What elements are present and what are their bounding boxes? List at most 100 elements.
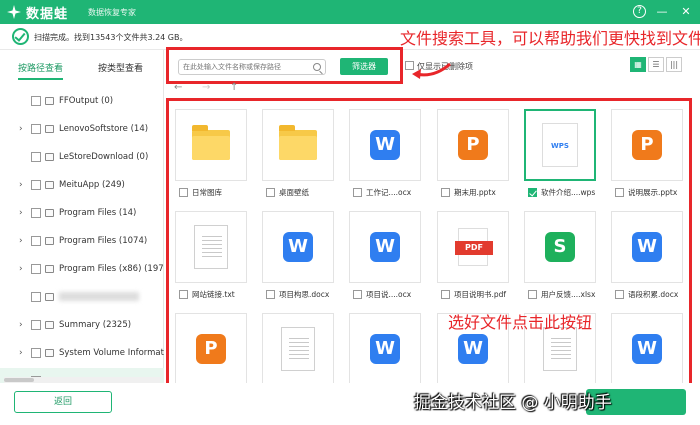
file-thumbnail[interactable]: W xyxy=(349,313,421,384)
tree-item[interactable]: › MeituApp (249) xyxy=(0,172,164,200)
folder-icon xyxy=(45,321,54,329)
file-checkbox[interactable] xyxy=(615,290,624,299)
tree-item-label: Summary (2325) xyxy=(59,320,132,330)
file-name: 说明展示.pptx xyxy=(628,188,678,197)
tree-checkbox[interactable] xyxy=(31,236,41,246)
file-checkbox[interactable] xyxy=(615,188,624,197)
file-thumbnail[interactable] xyxy=(175,109,247,181)
file-thumbnail[interactable]: W xyxy=(611,313,683,384)
minimize-icon[interactable]: — xyxy=(654,3,670,19)
file-tile[interactable]: S 用户反馈....xlsx xyxy=(522,209,598,303)
folder-icon xyxy=(45,293,54,301)
file-checkbox[interactable] xyxy=(179,188,188,197)
file-tile[interactable]: 网站链接.txt xyxy=(173,209,249,303)
file-checkbox[interactable] xyxy=(266,290,275,299)
expand-arrow-icon[interactable]: › xyxy=(19,180,23,190)
file-tile[interactable]: P xyxy=(173,311,249,384)
file-thumbnail[interactable]: W xyxy=(349,109,421,181)
list-view-icon[interactable]: ☰ xyxy=(648,57,664,72)
tree-item[interactable]: › Program Files (x86) (1976 xyxy=(0,256,164,284)
file-tile[interactable]: W 工作记....ocx xyxy=(347,107,423,201)
tree-checkbox[interactable] xyxy=(31,208,41,218)
tree-item[interactable] xyxy=(0,284,164,312)
scrollbar-thumb[interactable] xyxy=(4,378,34,382)
file-tile[interactable]: 桌面壁纸 xyxy=(260,107,336,201)
file-thumbnail[interactable]: P xyxy=(611,109,683,181)
tree-item[interactable]: FFOutput (0) xyxy=(0,88,164,116)
forward-arrow-icon[interactable]: → xyxy=(202,82,210,93)
tree-checkbox[interactable] xyxy=(31,96,41,106)
expand-arrow-icon[interactable]: › xyxy=(19,236,23,246)
file-tile[interactable]: P 期末用.pptx xyxy=(435,107,511,201)
file-name: 项目说明书.pdf xyxy=(454,290,507,299)
file-tile[interactable]: WPS 软件介绍....wps xyxy=(522,107,598,201)
tree-item-label: LenovoSoftstore (14) xyxy=(59,124,149,134)
file-checkbox[interactable] xyxy=(528,290,537,299)
expand-arrow-icon[interactable]: › xyxy=(19,320,23,330)
tree-item[interactable]: LeStoreDownload (0) xyxy=(0,144,164,172)
file-tile[interactable]: W 语段积累.docx xyxy=(609,209,685,303)
app-subtitle: 数据恢复专家 xyxy=(88,8,136,17)
file-checkbox[interactable] xyxy=(528,188,537,197)
tree-checkbox[interactable] xyxy=(31,124,41,134)
tree-item[interactable]: › Summary (2325) xyxy=(0,312,164,340)
file-checkbox[interactable] xyxy=(179,290,188,299)
word-doc-icon: W xyxy=(283,232,313,262)
tree-checkbox[interactable] xyxy=(31,292,41,302)
file-thumbnail[interactable]: W xyxy=(611,211,683,283)
file-tile[interactable] xyxy=(260,311,336,384)
file-tile[interactable]: PDF 项目说明书.pdf xyxy=(435,209,511,303)
word-doc-icon: W xyxy=(632,334,662,364)
expand-arrow-icon[interactable]: › xyxy=(19,208,23,218)
title-bar: 数据蛙 数据恢复专家 ? — ✕ xyxy=(0,0,700,24)
file-thumbnail[interactable]: WPS xyxy=(524,109,596,181)
tree-checkbox[interactable] xyxy=(31,264,41,274)
file-checkbox[interactable] xyxy=(441,188,450,197)
file-checkbox[interactable] xyxy=(353,290,362,299)
tree-item[interactable]: › LenovoSoftstore (14) xyxy=(0,116,164,144)
up-arrow-icon[interactable]: ↑ xyxy=(230,82,238,93)
tree-checkbox[interactable] xyxy=(31,180,41,190)
tab-by-type[interactable]: 按类型查看 xyxy=(98,61,143,74)
file-checkbox[interactable] xyxy=(441,290,450,299)
tree-checkbox[interactable] xyxy=(31,348,41,358)
file-thumbnail[interactable]: W xyxy=(262,211,334,283)
file-tile[interactable]: W 项目说....ocx xyxy=(347,209,423,303)
tree-item[interactable]: › Program Files (1074) xyxy=(0,228,164,256)
expand-arrow-icon[interactable]: › xyxy=(19,264,23,274)
tree-item[interactable]: › Program Files (14) xyxy=(0,200,164,228)
file-tile[interactable]: P 说明展示.pptx xyxy=(609,107,685,201)
file-thumbnail[interactable] xyxy=(175,211,247,283)
file-thumbnail[interactable]: P xyxy=(437,109,509,181)
file-thumbnail[interactable]: PDF xyxy=(437,211,509,283)
tree-checkbox[interactable] xyxy=(31,320,41,330)
file-tile[interactable]: W xyxy=(609,311,685,384)
file-thumbnail[interactable] xyxy=(262,313,334,384)
tree-item[interactable]: › System Volume Informati xyxy=(0,340,164,368)
file-checkbox[interactable] xyxy=(266,188,275,197)
scan-status-text: 扫描完成。找到13543个文件共3.24 GB。 xyxy=(34,33,188,42)
back-arrow-icon[interactable]: ← xyxy=(174,82,182,93)
tab-by-path[interactable]: 按路径查看 xyxy=(18,61,64,80)
grid-view-icon[interactable]: ▦ xyxy=(630,57,646,72)
detail-view-icon[interactable]: ||| xyxy=(666,57,682,72)
file-tile[interactable]: W 项目构思.docx xyxy=(260,209,336,303)
file-checkbox[interactable] xyxy=(353,188,362,197)
file-thumbnail[interactable]: P xyxy=(175,313,247,384)
folder-icon xyxy=(45,209,54,217)
help-icon[interactable]: ? xyxy=(633,4,646,18)
back-button[interactable]: 返回 xyxy=(14,391,112,413)
folder-icon xyxy=(45,265,54,273)
file-thumbnail[interactable]: S xyxy=(524,211,596,283)
annotation-recover-hint: 选好文件点击此按钮 xyxy=(448,313,593,332)
file-tile[interactable]: 日常图库 xyxy=(173,107,249,201)
tree-checkbox[interactable] xyxy=(31,152,41,162)
file-name: 桌面壁纸 xyxy=(279,188,309,197)
file-thumbnail[interactable] xyxy=(262,109,334,181)
close-icon[interactable]: ✕ xyxy=(678,3,694,19)
expand-arrow-icon[interactable]: › xyxy=(19,124,23,134)
expand-arrow-icon[interactable]: › xyxy=(19,348,23,358)
file-thumbnail[interactable]: W xyxy=(349,211,421,283)
file-tile[interactable]: W xyxy=(347,311,423,384)
ppt-icon: P xyxy=(458,130,488,160)
